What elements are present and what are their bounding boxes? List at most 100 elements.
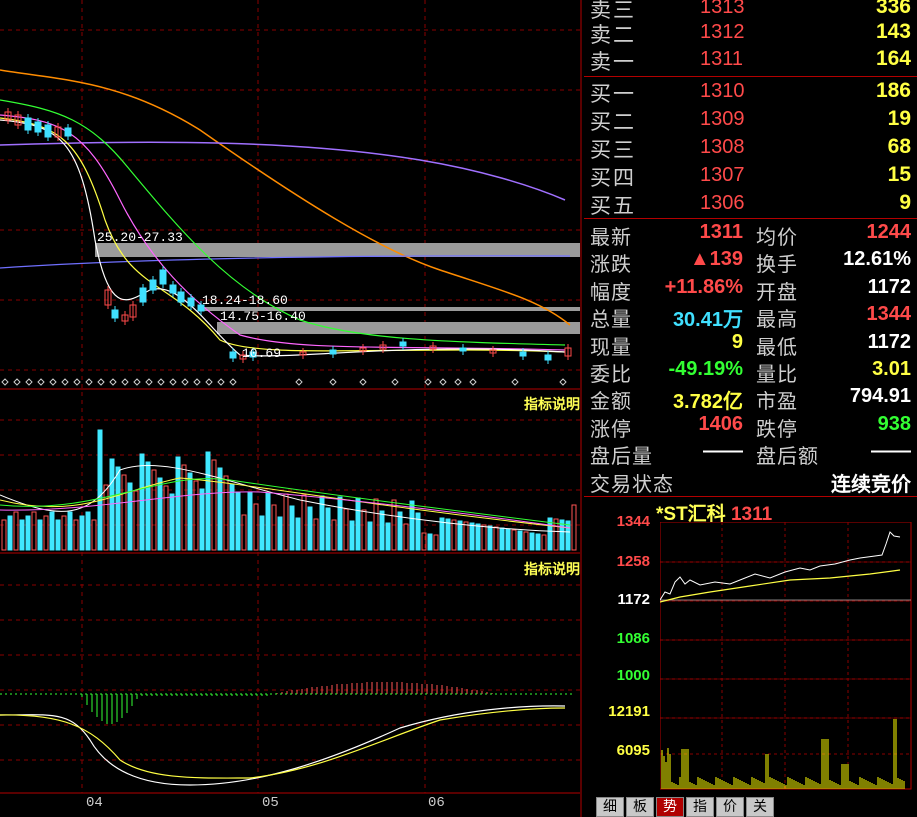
- ask-row-2[interactable]: 卖二 1312 143: [588, 19, 913, 48]
- bid-row-4[interactable]: 买四 1307 15: [588, 162, 913, 191]
- volume-bar: [313, 518, 319, 551]
- panel-tab[interactable]: 势: [656, 797, 684, 817]
- month-label-05: 05: [262, 795, 279, 811]
- intraday-mini-chart[interactable]: [660, 522, 912, 790]
- quote-value: 30.41万: [672, 309, 743, 332]
- volume-bar: [79, 515, 85, 551]
- volume-bar: [433, 534, 439, 551]
- mini-price-tick-1258: 1258: [616, 553, 650, 570]
- quote-value: 1406: [698, 412, 744, 435]
- candle-body: [111, 309, 119, 319]
- ask-label: 卖二: [590, 23, 636, 47]
- panel-tab[interactable]: 板: [626, 797, 654, 817]
- volume-bar: [205, 451, 211, 551]
- bid-volume: 186: [875, 79, 911, 102]
- candle-body: [229, 351, 237, 359]
- bid-row-1[interactable]: 买一 1310 186: [588, 78, 913, 107]
- quote-label: 最低: [756, 334, 798, 359]
- bid-label: 买四: [590, 166, 636, 190]
- candle-body: [187, 297, 195, 307]
- volume-bar: [31, 511, 37, 551]
- signal-diamond: [97, 378, 105, 386]
- ask-volume: 143: [875, 20, 911, 43]
- volume-bar: [133, 490, 139, 551]
- signal-diamond: [157, 378, 165, 386]
- quote-row: 委比 -49.19% 量比 3.01: [588, 358, 913, 386]
- quote-value: ▲139: [689, 248, 743, 271]
- volume-bar: [445, 518, 451, 551]
- signal-diamond: [295, 378, 303, 386]
- candle-body: [177, 291, 185, 303]
- panel-tab[interactable]: 关: [746, 797, 774, 817]
- quote-value: 938: [877, 412, 911, 435]
- signal-diamond: [109, 378, 117, 386]
- bid-row-5[interactable]: 买五 1306 9: [588, 190, 913, 219]
- bid-price: 1306: [700, 192, 745, 214]
- signal-diamond: [145, 378, 153, 386]
- volume-bar: [49, 511, 55, 551]
- quote-label: 总量: [590, 307, 632, 332]
- quote-value: 1244: [866, 221, 912, 243]
- indicator-help-link-1[interactable]: 指标说明: [500, 394, 580, 414]
- signal-diamond: [559, 378, 567, 386]
- volume-bar: [61, 515, 67, 551]
- kline-chart-area[interactable]: 25.20-27.33 18.24-18.60 14.75-16.40 10.6…: [0, 0, 583, 817]
- volume-bar: [247, 491, 253, 551]
- signal-diamond: [73, 378, 81, 386]
- quote-label: 开盘: [756, 279, 798, 304]
- candle-body: [544, 354, 552, 361]
- ask-price: 1312: [700, 21, 745, 43]
- panel-tab[interactable]: 价: [716, 797, 744, 817]
- bid-quote-separator: [584, 218, 917, 219]
- quote-value: 1172: [867, 330, 911, 353]
- volume-bar: [187, 472, 193, 551]
- volume-bar: [7, 515, 13, 551]
- volume-bar: [127, 482, 133, 551]
- volume-bar: [331, 519, 337, 551]
- volume-bar: [379, 510, 385, 551]
- kline-chart-canvas[interactable]: [0, 0, 583, 817]
- quote-value: ——: [871, 440, 911, 463]
- trade-state-value: 连续竞价: [831, 474, 911, 496]
- signal-diamond: [121, 378, 129, 386]
- quote-value: 3.782亿: [672, 391, 743, 414]
- quote-row: 盘后量 —— 盘后额 ——: [588, 440, 913, 468]
- volume-bar: [277, 516, 283, 551]
- quote-row: 最新 1311 均价 1244: [588, 221, 913, 249]
- mini-price-tick-1000: 1000: [616, 667, 650, 684]
- bid-row-2[interactable]: 买二 1309 19: [588, 106, 913, 135]
- mini-price-tick-1086: 1086: [616, 630, 650, 647]
- trade-state-row: 交易状态 连续竞价: [588, 468, 913, 496]
- bid-price: 1310: [700, 80, 745, 102]
- volume-bar: [337, 496, 343, 551]
- quote-row: 金额 3.782亿 市盈 794.91: [588, 385, 913, 413]
- panel-tabs: 细板势指价关: [596, 797, 776, 817]
- volume-bar: [355, 497, 361, 551]
- volume-bar: [385, 522, 391, 551]
- zone-label-4: 10.69: [242, 346, 282, 361]
- volume-bar: [361, 509, 367, 551]
- ask-row-1[interactable]: 卖一 1311 164: [588, 46, 913, 75]
- quote-label: 最高: [756, 307, 798, 332]
- indicator-help-link-2[interactable]: 指标说明: [500, 559, 580, 579]
- volume-bar: [517, 530, 523, 551]
- bid-row-3[interactable]: 买三 1308 68: [588, 134, 913, 163]
- signal-diamond: [13, 378, 21, 386]
- signal-diamond: [37, 378, 45, 386]
- signal-diamond: [181, 378, 189, 386]
- month-label-04: 04: [86, 795, 103, 811]
- ma-line-blue: [0, 255, 571, 269]
- volume-bar: [265, 492, 271, 551]
- quote-value: 1311: [699, 221, 743, 243]
- candle-body: [149, 279, 157, 291]
- bid-label: 买二: [590, 110, 636, 134]
- bid-volume: 19: [887, 107, 911, 130]
- volume-bar: [199, 488, 205, 551]
- panel-tab[interactable]: 细: [596, 797, 624, 817]
- quote-label: 换手: [756, 252, 798, 277]
- quote-row: 现量 9 最低 1172: [588, 331, 913, 359]
- volume-bar: [349, 520, 355, 551]
- volume-bar: [139, 453, 145, 551]
- quote-value: ——: [703, 440, 743, 463]
- panel-tab[interactable]: 指: [686, 797, 714, 817]
